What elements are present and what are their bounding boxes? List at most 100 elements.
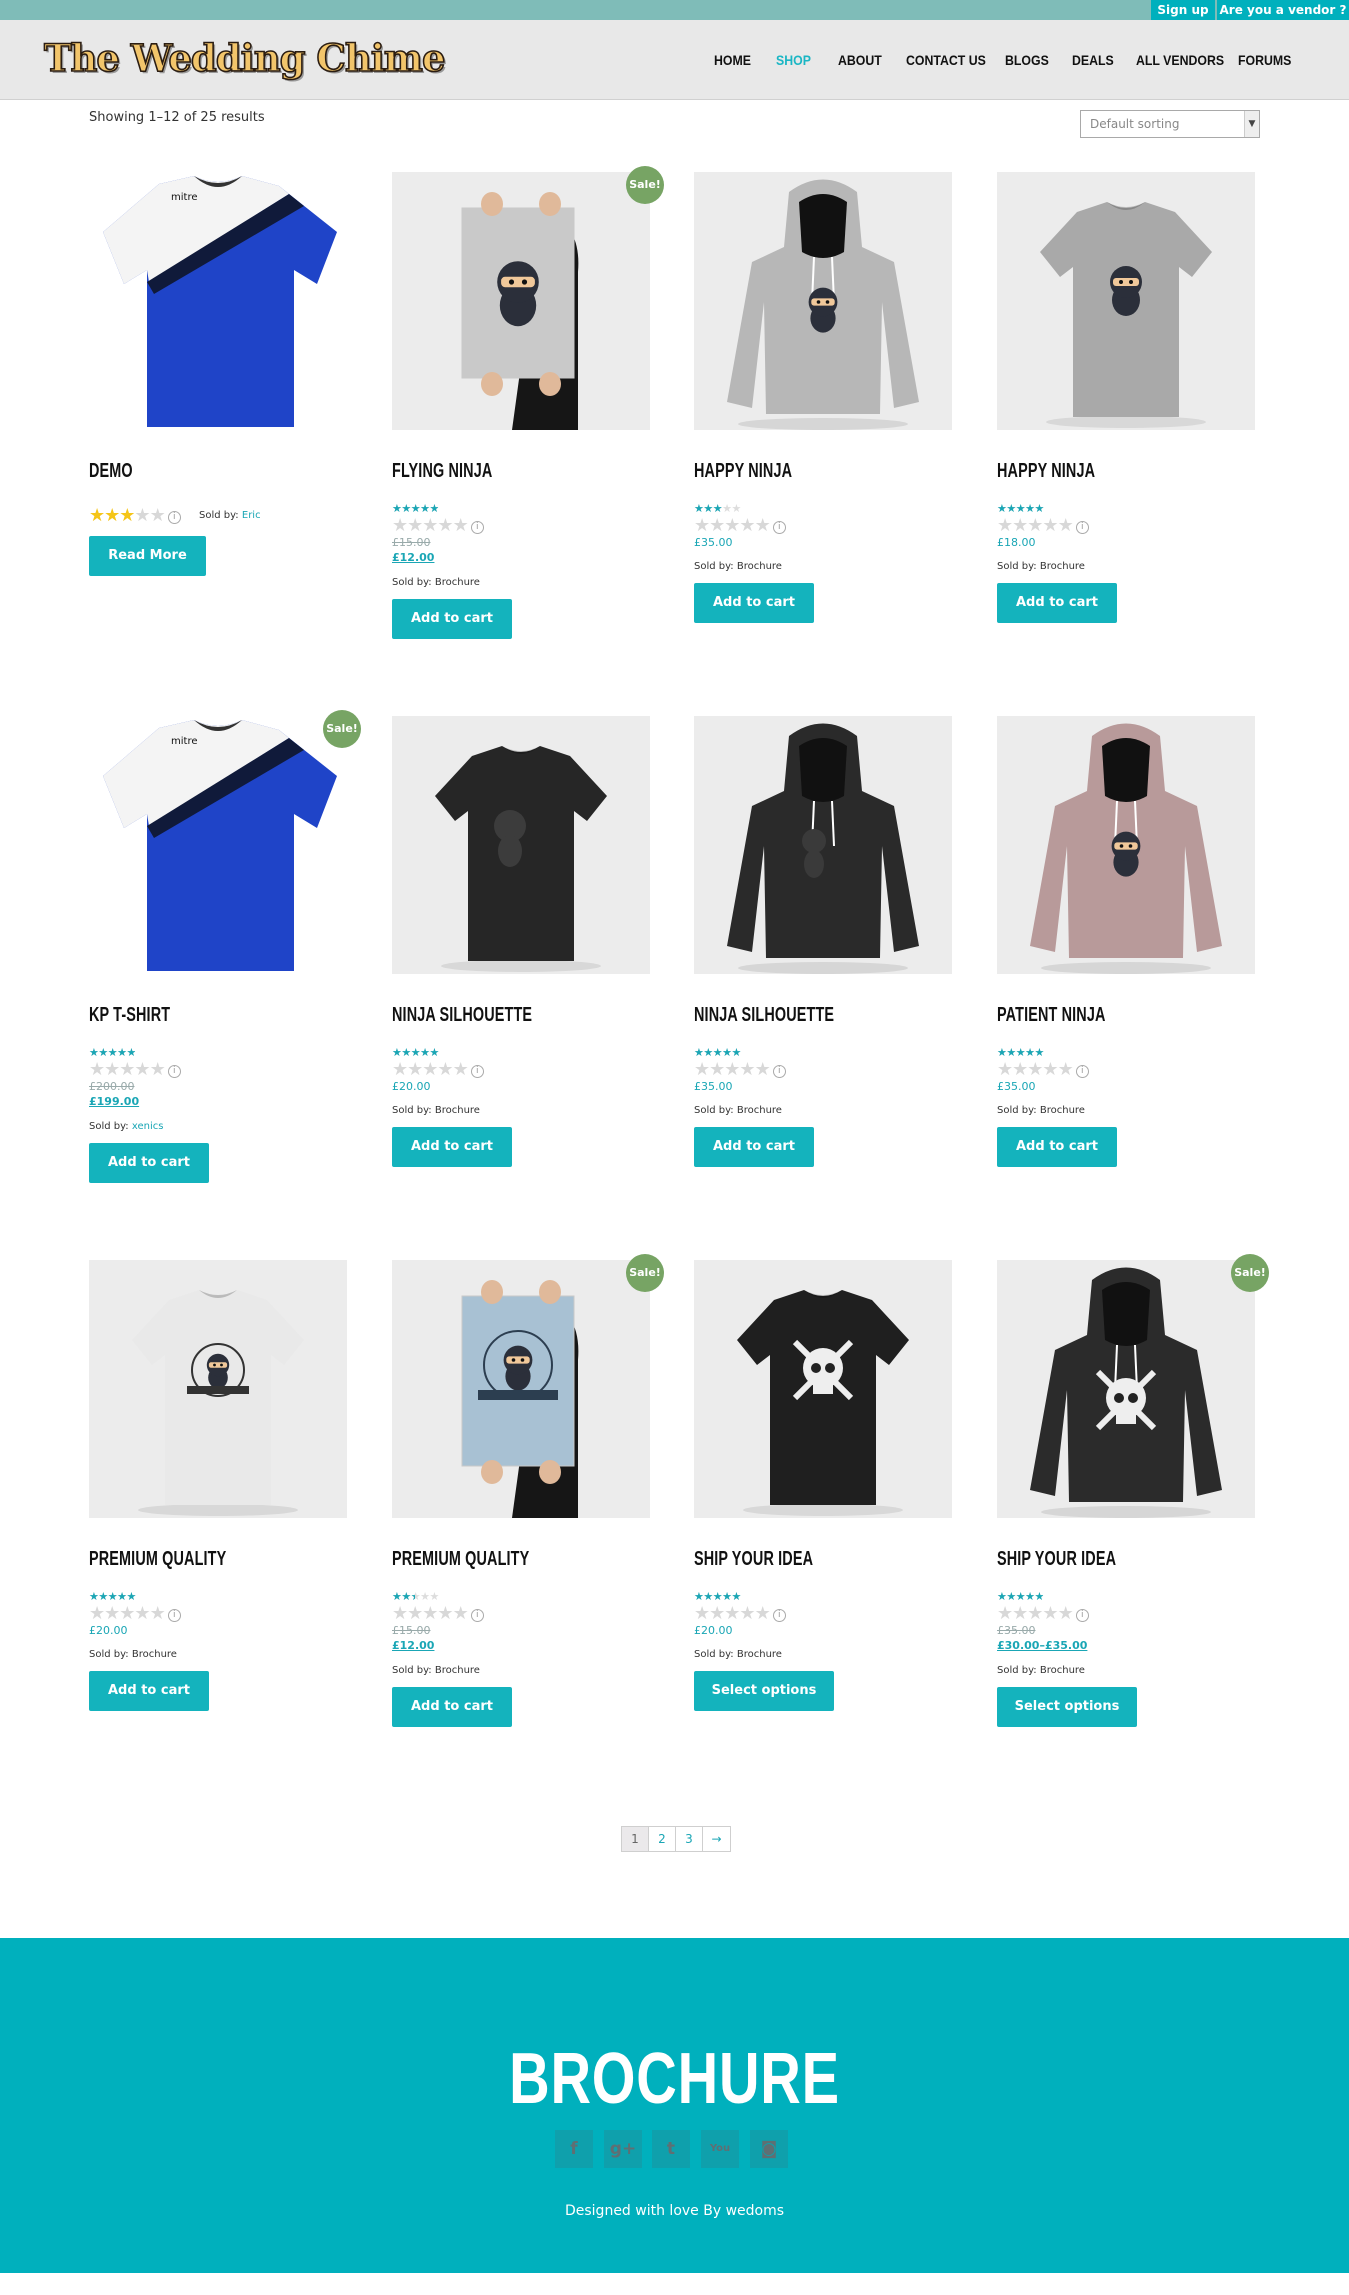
product-title[interactable]: PATIENT NINJA [997, 1004, 1106, 1027]
rate-stars[interactable]: ★★★★★ i [997, 517, 1089, 535]
select-options-button[interactable]: Select options [694, 1671, 834, 1711]
vendor-link[interactable]: Brochure [132, 1649, 177, 1660]
average-rating: ★★★★★★★★★★ [392, 503, 439, 515]
page-number[interactable]: 2 [649, 1827, 676, 1851]
product-image[interactable]: mitre [89, 172, 347, 430]
product-image[interactable] [694, 172, 952, 430]
sorting-select[interactable]: Default sorting ▼ [1080, 110, 1260, 138]
vendor-link[interactable]: Brochure [1040, 1665, 1085, 1676]
product-image[interactable] [694, 716, 952, 974]
product-image[interactable] [392, 172, 650, 430]
price: £12.00 [392, 551, 435, 564]
rate-stars[interactable]: ★★★★★ i [694, 1605, 786, 1623]
nav-item-blogs[interactable]: BLOGS [1005, 20, 1049, 100]
rate-stars[interactable]: ★★★★★ i [694, 517, 786, 535]
read-more-button[interactable]: Read More [89, 536, 206, 576]
vendor-link[interactable]: Brochure [737, 1105, 782, 1116]
vendor-link[interactable]: Brochure [1040, 1105, 1085, 1116]
add-to-cart-button[interactable]: Add to cart [997, 1127, 1117, 1167]
vendor-link[interactable]: xenics [132, 1121, 164, 1132]
average-rating: ★★★★★★★★★★ [997, 503, 1055, 515]
rate-stars[interactable]: ★★★★★ i [392, 517, 484, 535]
product-title[interactable]: FLYING NINJA [392, 460, 492, 483]
page-number: 1 [622, 1827, 649, 1851]
product-title[interactable]: KP T-SHIRT [89, 1004, 170, 1027]
vendor-link[interactable]: Brochure [1040, 561, 1085, 572]
signup-link[interactable]: Sign up [1151, 0, 1215, 20]
instagram-icon[interactable]: ◙ [750, 2130, 788, 2168]
vendor-link[interactable]: Brochure [435, 1105, 480, 1116]
add-to-cart-button[interactable]: Add to cart [392, 1127, 512, 1167]
rating-stars[interactable]: ★★★★★ i [89, 507, 181, 525]
google-plus-icon[interactable]: g+ [604, 2130, 642, 2168]
rate-stars[interactable]: ★★★★★ i [997, 1061, 1089, 1079]
product-artwork [997, 1260, 1255, 1518]
add-to-cart-button[interactable]: Add to cart [694, 1127, 814, 1167]
product-image[interactable] [997, 172, 1255, 430]
add-to-cart-button[interactable]: Add to cart [392, 1687, 512, 1727]
info-icon: i [167, 1065, 181, 1078]
info-icon: i [167, 1609, 181, 1622]
vendor-link[interactable]: Brochure [737, 1649, 782, 1660]
product-artwork [997, 172, 1255, 430]
product-image[interactable]: mitre [89, 716, 347, 974]
nav-item-deals[interactable]: DEALS [1072, 20, 1114, 100]
next-page-arrow[interactable]: → [703, 1827, 730, 1851]
add-to-cart-button[interactable]: Add to cart [694, 583, 814, 623]
add-to-cart-button[interactable]: Add to cart [89, 1671, 209, 1711]
page-number[interactable]: 3 [676, 1827, 703, 1851]
vendor-link[interactable]: Eric [242, 510, 261, 521]
rate-stars[interactable]: ★★★★★ i [997, 1605, 1089, 1623]
nav-item-about[interactable]: ABOUT [838, 20, 882, 100]
twitter-icon[interactable]: t [652, 2130, 690, 2168]
rate-stars[interactable]: ★★★★★ i [89, 1605, 181, 1623]
rate-stars[interactable]: ★★★★★ i [694, 1061, 786, 1079]
add-to-cart-button[interactable]: Add to cart [997, 583, 1117, 623]
select-options-button[interactable]: Select options [997, 1687, 1137, 1727]
vendor-link[interactable]: Brochure [737, 561, 782, 572]
product-image[interactable] [392, 716, 650, 974]
price: £35.00 [694, 536, 733, 549]
product-title[interactable]: SHIP YOUR IDEA [997, 1548, 1116, 1571]
rate-stars[interactable]: ★★★★★ i [89, 1061, 181, 1079]
nav-item-forums[interactable]: FORUMS [1238, 20, 1291, 100]
vendor-link[interactable]: Brochure [435, 577, 480, 588]
site-logo[interactable]: The Wedding Chime [43, 35, 446, 81]
vendor-link[interactable]: Are you a vendor ? [1217, 0, 1349, 20]
facebook-icon[interactable]: f [555, 2130, 593, 2168]
product-image[interactable] [997, 1260, 1255, 1518]
nav-item-contact-us[interactable]: CONTACT US [906, 20, 986, 100]
sold-by-label: Sold by: [392, 1665, 432, 1676]
product-title[interactable]: HAPPY NINJA [694, 460, 792, 483]
add-to-cart-button[interactable]: Add to cart [392, 599, 512, 639]
sorting-value: Default sorting [1090, 117, 1180, 131]
rate-stars[interactable]: ★★★★★ i [392, 1605, 484, 1623]
sold-by: Sold by: Brochure [997, 1105, 1085, 1116]
vendor-link[interactable]: Brochure [435, 1665, 480, 1676]
footer-brand: BROCHURE [509, 2039, 840, 2119]
product-title[interactable]: DEMO [89, 460, 133, 483]
product-title[interactable]: HAPPY NINJA [997, 460, 1095, 483]
nav-item-shop[interactable]: SHOP [776, 20, 811, 100]
info-icon: i [1075, 1065, 1089, 1078]
rate-stars[interactable]: ★★★★★ i [392, 1061, 484, 1079]
sold-by: Sold by: xenics [89, 1121, 163, 1132]
product-image[interactable] [89, 1260, 347, 1518]
add-to-cart-button[interactable]: Add to cart [89, 1143, 209, 1183]
sold-by: Sold by: Eric [199, 510, 261, 521]
product-title[interactable]: NINJA SILHOUETTE [694, 1004, 834, 1027]
footer-credit: Designed with love By wedoms [564, 2203, 785, 2219]
nav-item-home[interactable]: HOME [714, 20, 751, 100]
youtube-icon[interactable]: You [701, 2130, 739, 2168]
sold-by: Sold by: Brochure [694, 561, 782, 572]
product-title[interactable]: PREMIUM QUALITY [89, 1548, 226, 1571]
nav-item-all-vendors[interactable]: ALL VENDORS [1136, 20, 1224, 100]
product-image[interactable] [392, 1260, 650, 1518]
average-rating: ★★★★★★★★★★ [997, 1047, 1055, 1059]
product-image[interactable] [694, 1260, 952, 1518]
product-title[interactable]: SHIP YOUR IDEA [694, 1548, 813, 1571]
product-title[interactable]: NINJA SILHOUETTE [392, 1004, 532, 1027]
product-title[interactable]: PREMIUM QUALITY [392, 1548, 529, 1571]
page: Sign up Are you a vendor ? The Wedding C… [0, 0, 1349, 2295]
product-image[interactable] [997, 716, 1255, 974]
